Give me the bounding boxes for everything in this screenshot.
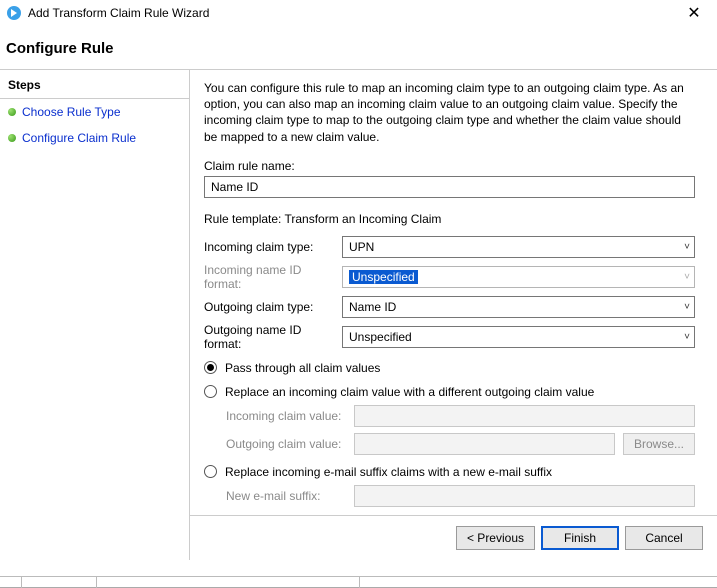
- radio-icon: [204, 361, 217, 374]
- step-bullet-icon: [8, 134, 16, 142]
- description-text: You can configure this rule to map an in…: [204, 80, 695, 145]
- outgoing-value-label: Outgoing claim value:: [226, 437, 346, 451]
- titlebar: Add Transform Claim Rule Wizard ✕: [0, 0, 717, 30]
- cancel-button[interactable]: Cancel: [625, 526, 703, 550]
- outgoing-value-input: [354, 433, 615, 455]
- browse-button: Browse...: [623, 433, 695, 455]
- incoming-format-select: Unspecified ˅: [342, 266, 695, 288]
- outgoing-type-value: Name ID: [349, 300, 396, 314]
- radio-label: Replace incoming e-mail suffix claims wi…: [225, 465, 552, 479]
- step-bullet-icon: [8, 108, 16, 116]
- outgoing-format-label: Outgoing name ID format:: [204, 323, 334, 351]
- outgoing-type-select[interactable]: Name ID ˅: [342, 296, 695, 318]
- footer-buttons: < Previous Finish Cancel: [190, 515, 717, 560]
- outgoing-type-label: Outgoing claim type:: [204, 300, 334, 314]
- chevron-down-icon: ˅: [684, 271, 690, 282]
- radio-icon: [204, 465, 217, 478]
- step-label: Configure Claim Rule: [22, 131, 136, 145]
- rule-name-input[interactable]: [204, 176, 695, 198]
- rule-template-text: Rule template: Transform an Incoming Cla…: [204, 212, 695, 226]
- close-icon[interactable]: ✕: [679, 3, 709, 23]
- finish-button[interactable]: Finish: [541, 526, 619, 550]
- previous-button[interactable]: < Previous: [456, 526, 535, 550]
- steps-sidebar: Steps Choose Rule Type Configure Claim R…: [0, 70, 190, 560]
- rule-name-label: Claim rule name:: [204, 159, 695, 173]
- incoming-value-label: Incoming claim value:: [226, 409, 346, 423]
- new-suffix-label: New e-mail suffix:: [226, 489, 346, 503]
- radio-label: Pass through all claim values: [225, 361, 380, 375]
- steps-heading: Steps: [0, 76, 189, 99]
- radio-icon: [204, 385, 217, 398]
- step-configure-claim-rule[interactable]: Configure Claim Rule: [0, 125, 189, 151]
- outgoing-format-value: Unspecified: [349, 330, 412, 344]
- chevron-down-icon: ˅: [684, 331, 690, 342]
- radio-pass-through[interactable]: Pass through all claim values: [204, 361, 695, 375]
- wizard-icon: [6, 5, 22, 21]
- outgoing-format-select[interactable]: Unspecified ˅: [342, 326, 695, 348]
- window-title: Add Transform Claim Rule Wizard: [28, 6, 679, 20]
- incoming-type-value: UPN: [349, 240, 374, 254]
- incoming-format-value: Unspecified: [349, 270, 418, 284]
- new-suffix-input: [354, 485, 695, 507]
- incoming-format-label: Incoming name ID format:: [204, 263, 334, 291]
- radio-replace-value[interactable]: Replace an incoming claim value with a d…: [204, 385, 695, 399]
- main-panel: You can configure this rule to map an in…: [190, 70, 717, 560]
- chevron-down-icon: ˅: [684, 241, 690, 252]
- radio-label: Replace an incoming claim value with a d…: [225, 385, 594, 399]
- step-label: Choose Rule Type: [22, 105, 121, 119]
- page-header: Configure Rule: [0, 30, 717, 69]
- incoming-type-select[interactable]: UPN ˅: [342, 236, 695, 258]
- incoming-type-label: Incoming claim type:: [204, 240, 334, 254]
- step-choose-rule-type[interactable]: Choose Rule Type: [0, 99, 189, 125]
- incoming-value-input: [354, 405, 695, 427]
- radio-replace-suffix[interactable]: Replace incoming e-mail suffix claims wi…: [204, 465, 695, 479]
- chevron-down-icon: ˅: [684, 301, 690, 312]
- statusbar-fragment: [0, 576, 717, 588]
